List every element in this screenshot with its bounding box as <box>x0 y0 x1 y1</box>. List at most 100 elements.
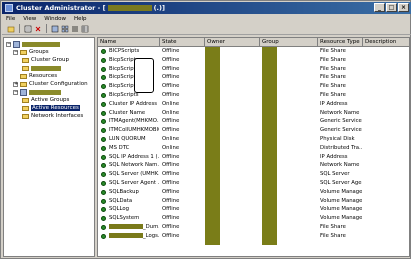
folder-icon <box>22 97 29 103</box>
folder-icon <box>22 113 29 119</box>
resource-type: Volume Manage... <box>320 215 362 222</box>
cluster-admin-window: Cluster Administrator - [ (.)] _ □ × File… <box>0 0 411 259</box>
menu-view[interactable]: View <box>19 16 40 22</box>
details-view-button[interactable] <box>80 24 89 33</box>
folder-icon <box>20 73 27 79</box>
tree-item-active-groups[interactable]: Active Groups <box>22 96 69 104</box>
list-row[interactable]: MS DTC Online Distributed Tra... <box>98 144 409 152</box>
resource-icon <box>101 93 106 98</box>
collapse-icon[interactable]: − <box>13 49 18 55</box>
list-row[interactable]: BicpScripts Offline File Share <box>98 92 409 99</box>
window-title-prefix: Cluster Administrator - [ <box>16 4 106 12</box>
tree-item-label: Cluster Group <box>31 57 70 63</box>
tree-item-active-resources[interactable]: Active Resources <box>22 104 80 112</box>
tree-item-label: Active Groups <box>31 97 70 103</box>
expand-icon[interactable]: + <box>13 81 18 87</box>
delete-button[interactable] <box>33 24 42 33</box>
redacted-cluster-label <box>22 41 60 47</box>
cluster-icon <box>13 40 20 48</box>
resource-type: File Share <box>320 56 346 63</box>
resource-type: Generic Service <box>320 118 362 125</box>
menu-window[interactable]: Window <box>40 16 70 22</box>
collapse-icon[interactable]: − <box>13 89 18 95</box>
small-icons-icon <box>61 25 68 32</box>
column-header-description[interactable]: Description <box>363 38 409 46</box>
redacted-resource-prefix <box>109 224 143 229</box>
list-row[interactable]: BICPScripts Offline File Share <box>98 48 409 55</box>
resource-name: _Dum... <box>109 224 159 231</box>
resource-name-text: ITMAgent(MHKMO... <box>109 118 159 125</box>
resource-state: Offline <box>162 48 180 54</box>
column-header-state[interactable]: State <box>160 38 205 46</box>
list-row[interactable]: ITMAgent(MHKMO... Offline Generic Service <box>98 118 409 125</box>
list-row[interactable]: _Dum...Offline File Share <box>98 224 409 231</box>
column-header-owner[interactable]: Owner <box>205 38 260 46</box>
tree-item-node[interactable]: − <box>13 88 61 96</box>
tree-item-groups[interactable]: − Groups <box>13 48 49 56</box>
list-row[interactable]: SQL Network Nam... Offline Network Name <box>98 162 409 169</box>
cluster-tree-pane[interactable]: − − Groups Cluster Group Resources + Clu… <box>3 37 95 257</box>
resource-icon <box>101 189 106 195</box>
list-row[interactable]: SQLData Offline Volume Manage... <box>98 198 409 205</box>
redacted-node-label <box>29 89 61 95</box>
tree-item-redacted-group[interactable] <box>22 64 61 72</box>
list-row[interactable]: SQL IP Address 1 (... Offline IP Address <box>98 153 409 161</box>
minimize-button[interactable]: _ <box>374 3 385 12</box>
large-icons-button[interactable] <box>50 24 59 33</box>
menu-help[interactable]: Help <box>70 16 91 22</box>
column-header-group[interactable]: Group <box>260 38 318 46</box>
list-row[interactable]: _Logs...Offline File Share <box>98 232 409 240</box>
collapse-icon[interactable]: − <box>6 41 11 47</box>
resource-icon <box>101 137 106 142</box>
resource-icon <box>101 198 106 204</box>
delete-icon <box>35 26 40 31</box>
maximize-button[interactable]: □ <box>386 3 397 12</box>
list-row[interactable]: SQLLog Offline Volume Manage... <box>98 206 409 213</box>
resource-type: IP Address <box>320 153 348 160</box>
title-bar[interactable]: Cluster Administrator - [ (.)] _ □ × <box>2 2 411 14</box>
open-connection-button[interactable] <box>6 24 15 33</box>
resource-icon <box>101 207 106 213</box>
list-row[interactable]: SQL Server Agent ... Offline SQL Server Ag… <box>98 180 409 187</box>
tree-item-cluster[interactable]: − <box>6 40 60 48</box>
list-row[interactable]: SQLBackup Offline Volume Manage... <box>98 188 409 196</box>
list-row[interactable]: Cluster IP Address Online IP Address <box>98 101 409 108</box>
tree-item-label: Resources <box>29 73 58 79</box>
tree-item-resources[interactable]: Resources <box>13 72 57 80</box>
menu-file[interactable]: File <box>2 16 19 22</box>
resource-type: Volume Manage... <box>320 188 362 195</box>
properties-button[interactable] <box>23 24 32 33</box>
resource-state: Offline <box>162 206 180 213</box>
list-row[interactable]: SQL Server (UMHK... Offline SQL Server <box>98 171 409 178</box>
annotation-callout-box <box>134 58 154 93</box>
tree-item-cluster-configuration[interactable]: + Cluster Configuration <box>13 80 88 88</box>
tree-item-network-interfaces[interactable]: Network Interfaces <box>22 112 83 120</box>
resource-name-text: MS DTC <box>109 144 130 151</box>
list-view-button[interactable] <box>70 24 79 33</box>
window-title-suffix: (.)] <box>153 4 165 12</box>
resource-name: SQL Server (UMHK... <box>109 171 159 178</box>
column-header-name[interactable]: Name <box>98 38 160 46</box>
resource-name-text: SQL Server (UMHK... <box>109 171 159 178</box>
resource-icon <box>101 75 106 81</box>
resource-name: SQL Network Nam... <box>109 162 159 169</box>
resource-state: Offline <box>162 188 180 195</box>
resource-type: File Share <box>320 92 346 98</box>
close-button[interactable]: × <box>398 3 409 12</box>
tree-item-cluster-group[interactable]: Cluster Group <box>22 56 69 64</box>
resource-name: ITMCollUMHKMOBI01 <box>109 127 159 134</box>
resource-name-text: ITMCollUMHKMOBI01 <box>109 127 159 134</box>
tree-item-label: Active Resources <box>31 105 80 111</box>
list-row[interactable]: Cluster Name Online Network Name <box>98 109 409 117</box>
list-row[interactable]: SQLSystem Offline Volume Manage... <box>98 215 409 222</box>
list-row[interactable]: LUN QUORUM Online Physical Disk <box>98 136 409 143</box>
resource-name: LUN QUORUM <box>109 136 159 143</box>
small-icons-button[interactable] <box>60 24 69 33</box>
resource-type: Network Name <box>320 109 360 116</box>
column-header-resource-type[interactable]: Resource Type <box>318 38 363 46</box>
resource-state: Offline <box>162 232 180 239</box>
list-row[interactable]: ITMCollUMHKMOBI01Offline Generic Service <box>98 127 409 134</box>
window-controls: _ □ × <box>374 3 409 12</box>
resource-name-text: SQLLog <box>109 206 129 213</box>
resource-icon <box>101 66 106 72</box>
